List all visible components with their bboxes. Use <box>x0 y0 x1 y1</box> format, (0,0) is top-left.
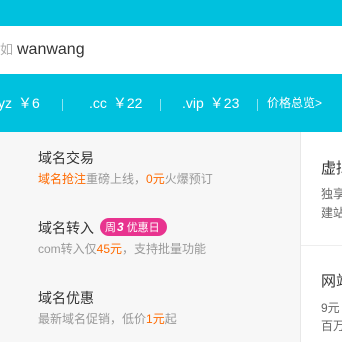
price-item-cc[interactable]: .cc ￥22 <box>89 94 142 112</box>
desc-text: 最新域名促销，低价 <box>38 312 147 326</box>
price-item-yz[interactable]: yz ￥6 <box>0 94 40 112</box>
menu-item-domain-transfer[interactable]: 域名转入 com转入仅45元，支持批量功能 <box>0 202 300 272</box>
promo-title[interactable]: 网站 <box>321 273 342 291</box>
menu-item-desc: 域名抢注重磅上线，0元火爆预订 <box>38 171 213 187</box>
tld-name: yz <box>0 95 12 111</box>
desc-highlight: 0元 <box>146 172 165 186</box>
promo-title[interactable]: 虚拟 <box>321 160 342 178</box>
menu-item-title: 域名交易 <box>38 150 94 166</box>
desc-text: 起 <box>164 312 177 326</box>
price-separator <box>160 99 161 111</box>
promo-line: 建站 <box>321 206 342 220</box>
search-prefix-text: 如 <box>0 42 14 57</box>
price-separator <box>257 99 258 111</box>
menu-item-title: 域名转入 <box>38 220 94 236</box>
desc-text: ，支持批量功能 <box>122 242 207 256</box>
menu-item-desc: com转入仅45元，支持批量功能 <box>38 241 206 257</box>
desc-highlight: 45元 <box>96 242 123 256</box>
badge-text: 周 <box>105 222 116 234</box>
desc-text: com转入仅 <box>38 242 97 256</box>
price-overview-link[interactable]: 价格总览> <box>267 95 322 111</box>
domain-search-bar: 如 <box>0 26 342 74</box>
badge-number: 3 <box>117 220 124 234</box>
tld-name: .cc <box>89 95 107 111</box>
tld-price: ￥23 <box>209 95 240 111</box>
menu-item-title: 域名优惠 <box>38 290 94 306</box>
top-header-strip <box>0 0 342 26</box>
domain-service-menu: 域名交易 域名抢注重磅上线，0元火爆预订 域名转入 com转入仅45元，支持批量… <box>0 132 300 342</box>
menu-item-desc: 最新域名促销，低价1元起 <box>38 311 177 327</box>
promo-line: 独享 <box>321 187 342 201</box>
tld-price: ￥6 <box>18 95 40 111</box>
tld-price: ￥22 <box>112 95 143 111</box>
price-item-vip[interactable]: .vip ￥23 <box>182 94 239 112</box>
desc-highlight: 域名抢注 <box>38 172 87 186</box>
domain-search-input[interactable] <box>17 38 337 62</box>
desc-text: 火爆预订 <box>164 172 213 186</box>
right-promo-panel: 虚拟 独享 建站 网站 9元 百万 <box>300 132 342 342</box>
promo-line: 9元 <box>321 301 340 315</box>
panel-divider <box>301 245 342 246</box>
desc-highlight: 1元 <box>146 312 165 326</box>
menu-item-domain-promo[interactable]: 域名优惠 最新域名促销，低价1元起 <box>0 272 300 342</box>
desc-text: 重磅上线， <box>86 172 147 186</box>
price-separator <box>62 99 63 111</box>
tld-price-bar: yz ￥6 .cc ￥22 .vip ￥23 价格总览> <box>0 74 342 132</box>
promo-line: 百万 <box>321 319 342 333</box>
weekly-discount-badge: 周3 优惠日 <box>100 218 167 236</box>
badge-text: 优惠日 <box>126 222 160 234</box>
tld-name: .vip <box>182 95 204 111</box>
menu-item-domain-trade[interactable]: 域名交易 域名抢注重磅上线，0元火爆预订 <box>0 132 300 202</box>
